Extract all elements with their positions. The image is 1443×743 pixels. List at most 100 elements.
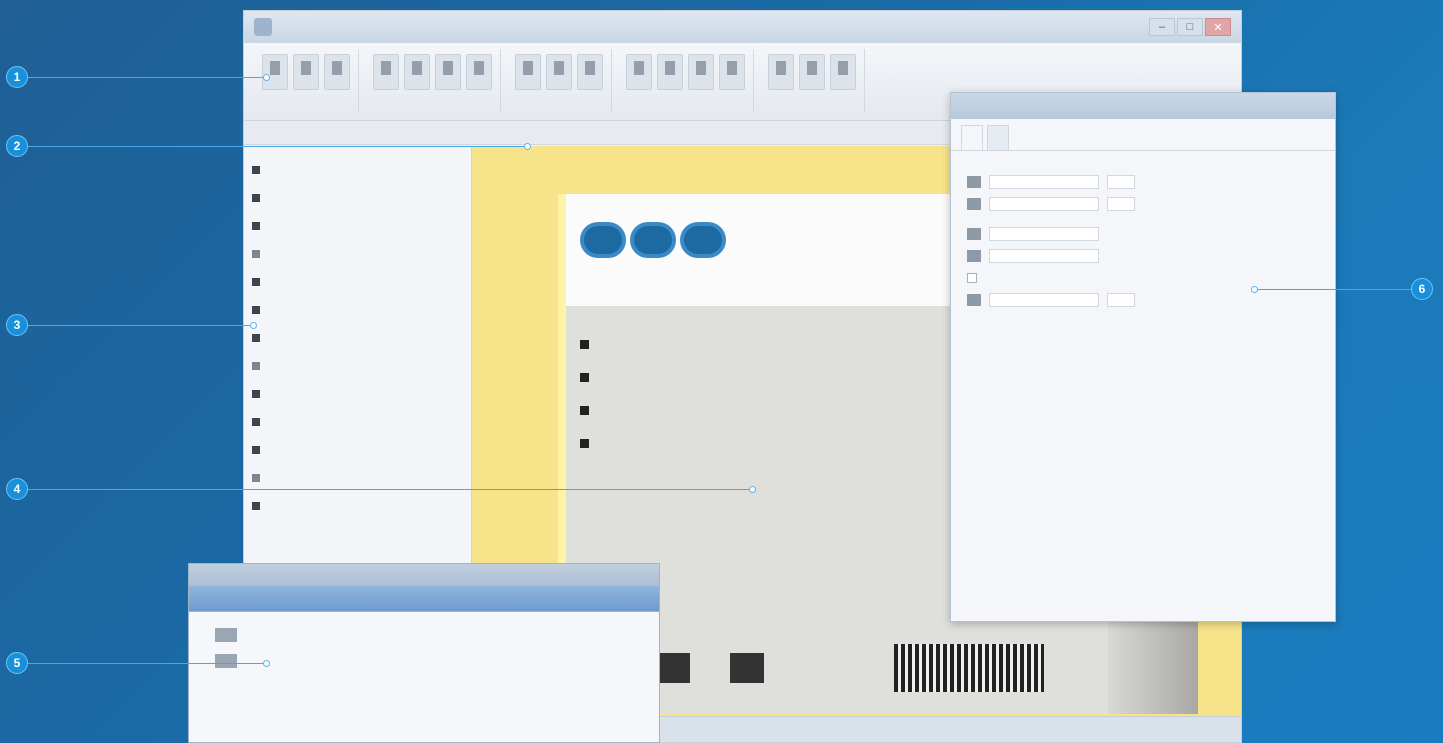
dialog-field[interactable] bbox=[1107, 197, 1135, 211]
bullet-icon bbox=[580, 439, 589, 448]
ribbon-button[interactable] bbox=[577, 54, 603, 90]
callout-badge-4: 4 bbox=[6, 478, 28, 500]
callout-dot bbox=[263, 74, 270, 81]
mini-row[interactable] bbox=[189, 648, 659, 674]
ribbon-button[interactable] bbox=[435, 54, 461, 90]
dialog-field[interactable] bbox=[1107, 293, 1135, 307]
tree-item[interactable] bbox=[252, 324, 463, 352]
dialog-row bbox=[967, 171, 1319, 193]
tree-item[interactable] bbox=[252, 380, 463, 408]
ribbon-button[interactable] bbox=[688, 54, 714, 90]
tree-item[interactable] bbox=[252, 492, 463, 520]
tree-item[interactable] bbox=[252, 464, 463, 492]
bullet-icon bbox=[580, 373, 589, 382]
tree-item[interactable] bbox=[252, 156, 463, 184]
callout-line bbox=[17, 489, 752, 490]
tree-item[interactable] bbox=[252, 268, 463, 296]
ribbon-group bbox=[365, 49, 501, 113]
logo-pill bbox=[630, 222, 676, 258]
ribbon-button[interactable] bbox=[324, 54, 350, 90]
row-icon bbox=[215, 628, 237, 642]
tree-node-icon bbox=[252, 418, 260, 426]
tree-node-icon bbox=[252, 278, 260, 286]
mini-row[interactable] bbox=[189, 622, 659, 648]
color-swatch[interactable] bbox=[967, 176, 981, 188]
callout-dot bbox=[250, 322, 257, 329]
callout-line bbox=[17, 663, 266, 664]
callout-line bbox=[17, 146, 527, 147]
ribbon-button[interactable] bbox=[657, 54, 683, 90]
color-swatch[interactable] bbox=[967, 228, 981, 240]
callout-line bbox=[17, 325, 253, 326]
ribbon-button[interactable] bbox=[546, 54, 572, 90]
dialog-option[interactable] bbox=[967, 319, 1319, 339]
ribbon-button[interactable] bbox=[799, 54, 825, 90]
dialog-option[interactable] bbox=[967, 339, 1319, 359]
color-swatch[interactable] bbox=[967, 294, 981, 306]
dialog-field[interactable] bbox=[989, 249, 1099, 263]
app-icon[interactable] bbox=[254, 18, 272, 36]
tree-item[interactable] bbox=[252, 408, 463, 436]
tree-item[interactable] bbox=[252, 352, 463, 380]
ribbon-group bbox=[618, 49, 754, 113]
color-swatch[interactable] bbox=[967, 250, 981, 262]
mini-window-toolbar bbox=[189, 586, 659, 612]
dialog-tab[interactable] bbox=[961, 125, 983, 150]
dialog-row bbox=[967, 223, 1319, 245]
callout-badge-3: 3 bbox=[6, 314, 28, 336]
dialog-field[interactable] bbox=[1107, 175, 1135, 189]
tree-node-icon bbox=[252, 334, 260, 342]
callout-line bbox=[1254, 289, 1422, 290]
footer-graphic bbox=[730, 653, 764, 683]
ribbon-button[interactable] bbox=[719, 54, 745, 90]
barcode-graphic bbox=[894, 644, 1044, 692]
color-swatch[interactable] bbox=[967, 198, 981, 210]
tree-node-icon bbox=[252, 222, 260, 230]
tree-node-icon bbox=[252, 250, 260, 258]
ribbon-button[interactable] bbox=[293, 54, 319, 90]
dialog-field[interactable] bbox=[989, 293, 1099, 307]
ribbon-button[interactable] bbox=[404, 54, 430, 90]
ribbon-button[interactable] bbox=[768, 54, 794, 90]
close-button[interactable]: ✕ bbox=[1205, 18, 1231, 36]
dialog-row bbox=[967, 245, 1319, 267]
tree-item[interactable] bbox=[252, 296, 463, 324]
callout-line bbox=[17, 77, 266, 78]
bullet-icon bbox=[580, 406, 589, 415]
tree-item[interactable] bbox=[252, 240, 463, 268]
tree-item[interactable] bbox=[252, 436, 463, 464]
callout-badge-6: 6 bbox=[1411, 278, 1433, 300]
dialog-field[interactable] bbox=[989, 197, 1099, 211]
checkbox[interactable] bbox=[967, 273, 977, 283]
callout-badge-2: 2 bbox=[6, 135, 28, 157]
callout-dot bbox=[749, 486, 756, 493]
tree-item[interactable] bbox=[252, 212, 463, 240]
title-bar: – □ ✕ bbox=[244, 11, 1241, 43]
logo-pill bbox=[680, 222, 726, 258]
dialog-field[interactable] bbox=[989, 175, 1099, 189]
logo-pill bbox=[580, 222, 626, 258]
dialog-field[interactable] bbox=[989, 227, 1099, 241]
callout-dot bbox=[263, 660, 270, 667]
dialog-row bbox=[967, 193, 1319, 215]
ribbon-button[interactable] bbox=[830, 54, 856, 90]
ribbon-button[interactable] bbox=[262, 54, 288, 90]
ribbon-button[interactable] bbox=[466, 54, 492, 90]
ribbon-button[interactable] bbox=[515, 54, 541, 90]
maximize-button[interactable]: □ bbox=[1177, 18, 1203, 36]
dialog-option[interactable] bbox=[967, 359, 1319, 379]
ribbon-group bbox=[760, 49, 865, 113]
ribbon-button[interactable] bbox=[626, 54, 652, 90]
dialog-tabs bbox=[951, 119, 1335, 151]
tree-node-icon bbox=[252, 474, 260, 482]
minimize-button[interactable]: – bbox=[1149, 18, 1175, 36]
tree-node-icon bbox=[252, 362, 260, 370]
footer-graphic bbox=[656, 653, 690, 683]
dialog-tab[interactable] bbox=[987, 125, 1009, 150]
tree-item[interactable] bbox=[252, 184, 463, 212]
ribbon-group bbox=[507, 49, 612, 113]
page-footer bbox=[566, 622, 1198, 714]
tree-node-icon bbox=[252, 502, 260, 510]
ribbon-button[interactable] bbox=[373, 54, 399, 90]
data-source-window bbox=[188, 563, 660, 743]
